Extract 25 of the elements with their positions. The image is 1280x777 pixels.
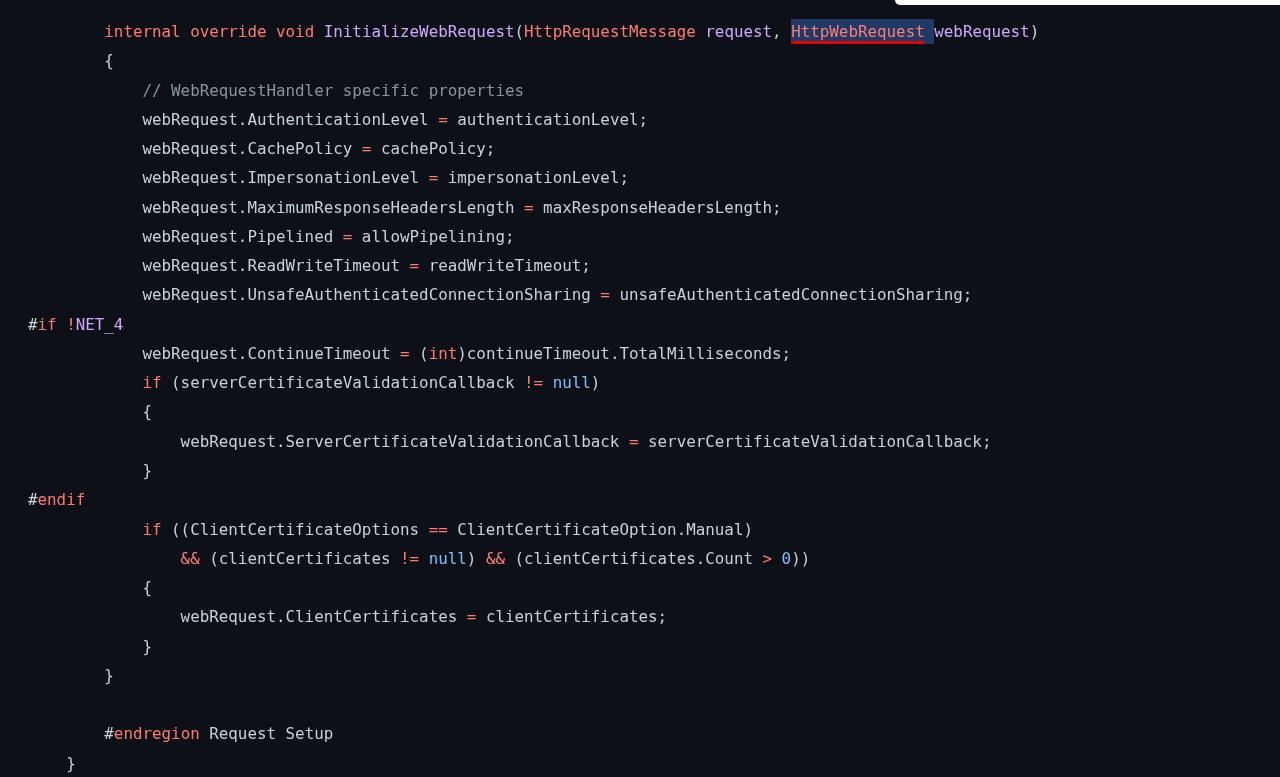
code-line: } [65,752,76,775]
code-line: webRequest.ServerCertificateValidationCallback = serverCertificateValidationCallback; [179,430,992,453]
code-line: webRequest.ContinueTimeout = (int)continueTimeout.TotalMilliseconds; [141,342,792,365]
code-line: #if !NET_4 [28,313,124,336]
code-line: && (clientCertificates != null) && (clientCertificates.Count > 0)) [179,547,811,570]
code-line: webRequest.AuthenticationLevel = authenticationLevel; [141,108,649,131]
code-line: if (serverCertificateValidationCallback != null) [141,372,601,395]
code-line: } [103,664,114,687]
code-line: } [141,635,152,658]
code-line: webRequest.UnsafeAuthenticatedConnectionSharing = unsafeAuthenticatedConnectionSharing; [141,284,973,307]
code-line: { [141,577,152,600]
code-line: internal override void InitializeWebRequest(HttpRequestMessage request, HttpWebRequest webRequest) [28,17,1040,47]
code-line: if ((ClientCertificateOptions == ClientCertificateOption.Manual) [141,518,753,541]
code-line: webRequest.Pipelined = allowPipelining; [141,225,515,248]
code-line: webRequest.ReadWriteTimeout = readWriteTimeout; [141,255,591,278]
code-line: #endregion Request Setup [103,723,334,746]
code-line: } [141,460,152,482]
code-comment: // WebRequestHandler specific properties [141,79,524,102]
code-line: { [141,401,152,424]
code-line: { [103,50,114,73]
code-line: webRequest.ImpersonationLevel = impersonationLevel; [141,167,629,190]
code-line: #endif [28,489,86,512]
code-line: webRequest.ClientCertificates = clientCertificates; [179,606,668,629]
code-line: webRequest.MaximumResponseHeadersLength = maxResponseHeadersLength; [141,196,782,219]
code-line: webRequest.CachePolicy = cachePolicy; [141,138,496,161]
